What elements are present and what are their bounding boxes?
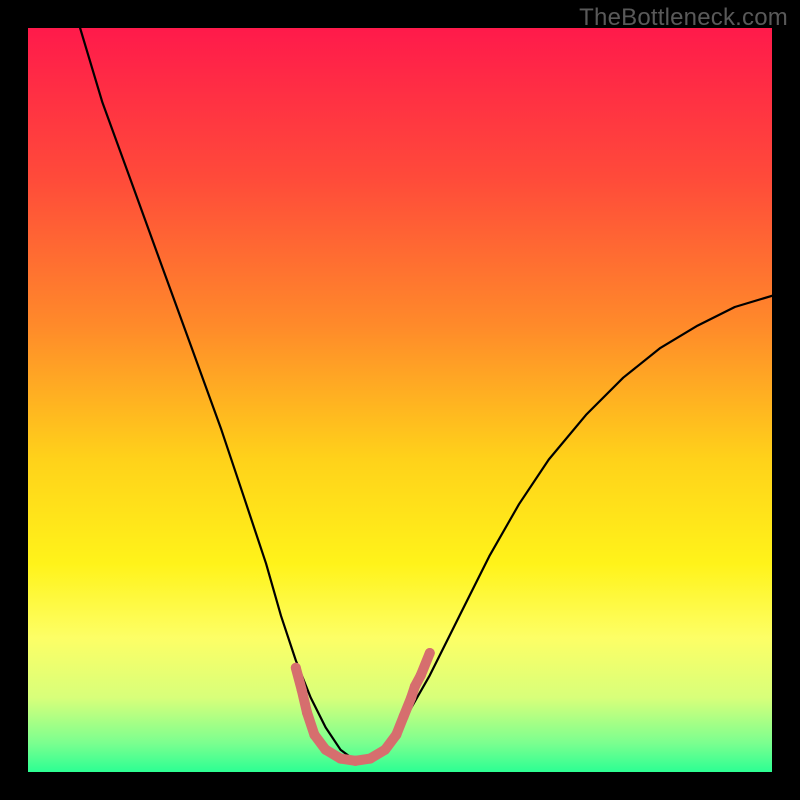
outer-frame: TheBottleneck.com: [0, 0, 800, 800]
marker-dot: [350, 756, 360, 766]
marker-dot: [302, 708, 312, 718]
marker-dot: [365, 754, 375, 764]
plot-area: [28, 28, 772, 772]
gradient-background: [28, 28, 772, 772]
marker-dot: [399, 711, 409, 721]
marker-dot: [406, 693, 416, 703]
marker-dot: [321, 745, 331, 755]
marker-dot: [309, 730, 319, 740]
chart-svg: [28, 28, 772, 772]
marker-dot: [416, 670, 426, 680]
marker-dot: [425, 648, 435, 658]
marker-dot: [291, 663, 301, 673]
marker-dot: [391, 730, 401, 740]
marker-dot: [297, 685, 307, 695]
marker-dot: [380, 745, 390, 755]
marker-dot: [336, 754, 346, 764]
marker-dot: [410, 681, 420, 691]
